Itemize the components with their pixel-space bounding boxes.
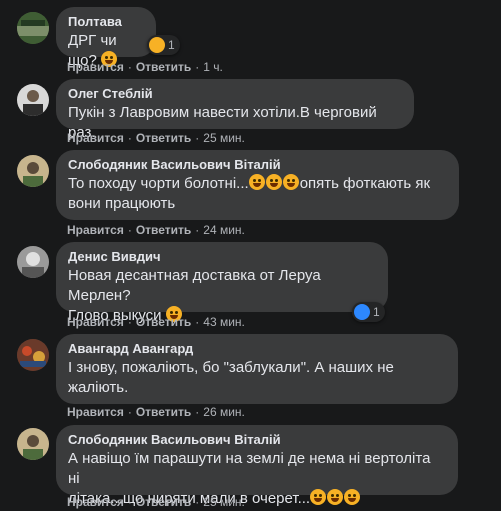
reply-link[interactable]: Ответить bbox=[136, 315, 191, 329]
timestamp[interactable]: 25 мин. bbox=[203, 495, 245, 509]
avatar-image bbox=[17, 155, 49, 187]
like-link[interactable]: Нравится bbox=[67, 60, 124, 74]
author-name[interactable]: Олег Стеблій bbox=[68, 86, 402, 102]
laughing-emoji-icon bbox=[310, 489, 327, 505]
like-link[interactable]: Нравится bbox=[67, 315, 124, 329]
laughing-emoji-icon bbox=[344, 489, 361, 505]
timestamp[interactable]: 24 мин. bbox=[203, 223, 245, 237]
reply-link[interactable]: Ответить bbox=[136, 405, 191, 419]
like-link[interactable]: Нравится bbox=[67, 131, 124, 145]
author-name[interactable]: Денис Вивдич bbox=[68, 249, 376, 265]
author-name[interactable]: Авангард Авангард bbox=[68, 341, 446, 357]
comment-actions: Нравится · Ответить · 24 мин. bbox=[67, 223, 245, 237]
avatar-image bbox=[17, 84, 49, 116]
reply-link[interactable]: Ответить bbox=[136, 223, 191, 237]
reply-link[interactable]: Ответить bbox=[136, 131, 191, 145]
avatar[interactable] bbox=[17, 428, 49, 460]
timestamp[interactable]: 25 мин. bbox=[203, 131, 245, 145]
comment-bubble: Олег Стеблій Пукін з Лавровим навести хо… bbox=[56, 79, 414, 141]
comment-text: І знову, пожаліють, бо "заблукали". А на… bbox=[68, 359, 394, 396]
timestamp[interactable]: 1 ч. bbox=[203, 60, 223, 74]
comment-bubble: Денис Вивдич Новая десантная доставка от… bbox=[56, 242, 388, 324]
author-name[interactable]: Слободяник Васильович Віталій bbox=[68, 432, 446, 448]
comment-bubble: Полтава ДРГ чи що? bbox=[56, 7, 156, 69]
reaction-count[interactable]: 1 bbox=[352, 302, 385, 322]
author-name[interactable]: Полтава bbox=[68, 14, 144, 30]
comment-actions: Нравится · Ответить · 43 мин. bbox=[67, 315, 245, 329]
avatar-image bbox=[17, 339, 49, 371]
avatar[interactable] bbox=[17, 155, 49, 187]
like-reaction-icon bbox=[354, 304, 370, 320]
reply-link[interactable]: Ответить bbox=[136, 495, 191, 509]
avatar[interactable] bbox=[17, 246, 49, 278]
avatar-image bbox=[17, 428, 49, 460]
avatar-image bbox=[17, 246, 49, 278]
like-link[interactable]: Нравится bbox=[67, 405, 124, 419]
comment-actions: Нравится · Ответить · 1 ч. bbox=[67, 60, 223, 74]
like-link[interactable]: Нравится bbox=[67, 223, 124, 237]
laughing-emoji-icon bbox=[248, 174, 265, 190]
timestamp[interactable]: 43 мин. bbox=[203, 315, 245, 329]
comment-actions: Нравится · Ответить · 26 мин. bbox=[67, 405, 245, 419]
avatar[interactable] bbox=[17, 339, 49, 371]
comment-bubble: Слободяник Васильович Віталій То походу … bbox=[56, 150, 459, 220]
author-name[interactable]: Слободяник Васильович Віталій bbox=[68, 157, 447, 173]
comment-bubble: Авангард Авангард І знову, пожаліють, бо… bbox=[56, 334, 458, 404]
like-link[interactable]: Нравится bbox=[67, 495, 124, 509]
laughing-emoji-icon bbox=[327, 489, 344, 505]
laughing-emoji-icon bbox=[265, 174, 282, 190]
avatar[interactable] bbox=[17, 12, 49, 44]
comment-actions: Нравится · Ответить · 25 мин. bbox=[67, 495, 245, 509]
haha-reaction-icon bbox=[149, 37, 165, 53]
comment-text: То походу чорти болотні... опять фоткають… bbox=[68, 174, 431, 212]
reply-link[interactable]: Ответить bbox=[136, 60, 191, 74]
comment-bubble: Слободяник Васильович Віталій А навіщо ї… bbox=[56, 425, 458, 507]
avatar-image bbox=[17, 12, 49, 44]
reaction-count[interactable]: 1 bbox=[147, 35, 180, 55]
timestamp[interactable]: 26 мин. bbox=[203, 405, 245, 419]
comment-actions: Нравится · Ответить · 25 мин. bbox=[67, 131, 245, 145]
avatar[interactable] bbox=[17, 84, 49, 116]
laughing-emoji-icon bbox=[282, 174, 299, 190]
